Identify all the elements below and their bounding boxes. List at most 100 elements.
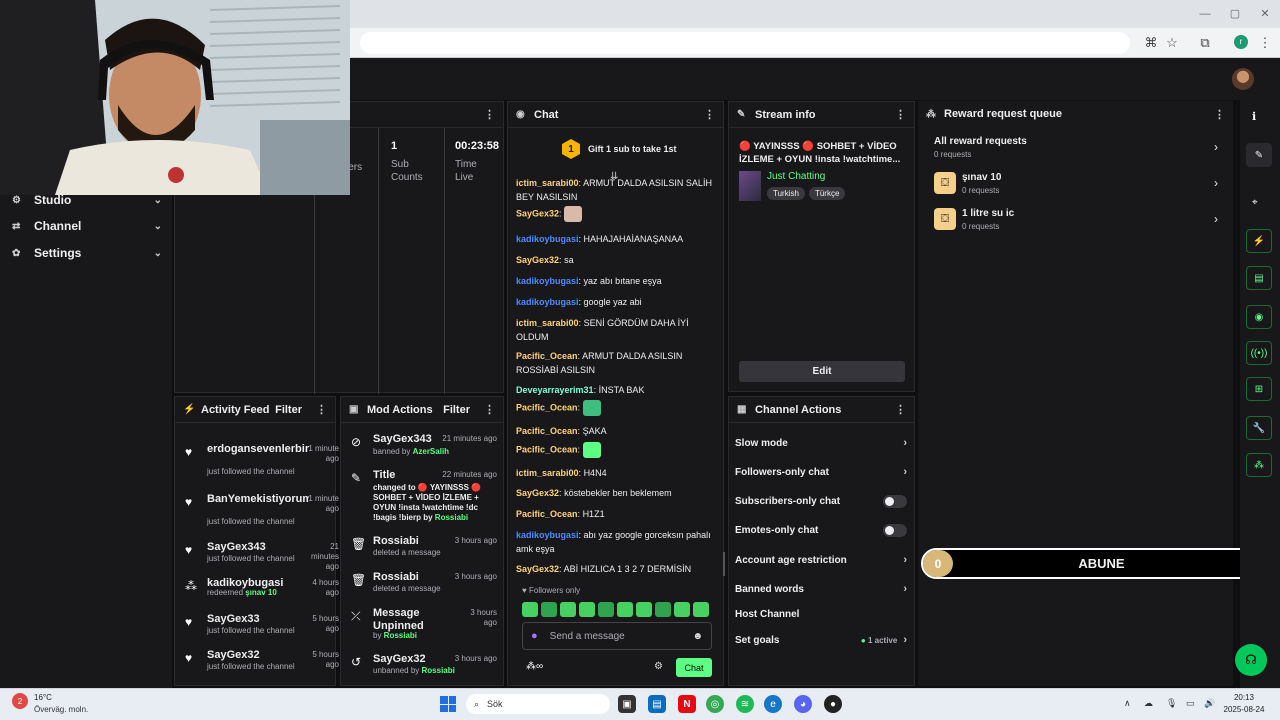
more-options-icon[interactable]: ⋮ [895,108,906,121]
spotify-icon[interactable]: ≋ [736,695,754,713]
obs-icon[interactable]: ● [824,695,842,713]
chat-panel-icon[interactable]: ◉ [1246,305,1272,329]
more-options-icon[interactable]: ⋮ [895,403,906,416]
edit-mode-icon[interactable]: ✎ [1246,143,1272,167]
gift-banner[interactable]: 1 Gift 1 sub to take 1st [562,139,677,159]
microphone-icon[interactable]: ● [531,630,538,642]
network-icon[interactable]: ▭ [1186,698,1195,709]
clock-date[interactable]: 2025-08-24 [1220,705,1268,714]
weather-badge[interactable]: 2 [12,693,28,709]
channel-action-item[interactable]: Account age restriction › [735,550,907,570]
quick-action-icon[interactable]: ⚡ [1246,229,1272,253]
emote-picker-item[interactable] [598,602,614,617]
chat-username[interactable]: kadikoybugasi [516,297,579,307]
sidebar-item-settings[interactable]: ✿ Settings ⌄ [12,242,162,264]
more-options-icon[interactable]: ⋮ [704,108,715,121]
chat-username[interactable]: Pacific_Ocean [516,426,578,436]
chat-username[interactable]: SayGex32 [516,208,559,218]
browser-profile-avatar[interactable]: r [1234,35,1248,49]
moderator-name[interactable]: AzerSalih [413,447,449,456]
reward-item[interactable]: ⛋ şınav 10 0 requests › [934,172,1218,200]
mod-action-target[interactable]: Rossiabi [373,535,419,548]
channel-action-item[interactable]: Emotes-only chat [735,520,907,540]
chrome-icon[interactable]: ◎ [706,695,724,713]
wrench-icon[interactable]: 🔧 [1246,416,1272,440]
emote-picker-item[interactable] [674,602,690,617]
emote-picker-item[interactable] [617,602,633,617]
mod-action-target[interactable]: SayGex343 [373,433,432,446]
channel-action-item[interactable]: Banned words › [735,579,907,599]
all-reward-requests[interactable]: All reward requests 0 requests › [934,136,1218,164]
chat-username[interactable]: SayGex32 [516,564,559,574]
moderator-name[interactable]: Rossiabi [435,513,468,522]
task-view-icon[interactable]: ▣ [618,695,636,713]
more-options-icon[interactable]: ⋮ [1214,108,1225,121]
channel-action-item[interactable]: Host Channel [735,604,907,624]
emote-picker-item[interactable] [693,602,709,617]
chat-username[interactable]: SayGex32 [516,255,559,265]
chat-username[interactable]: Pacific_Ocean [516,402,578,412]
info-icon[interactable]: ℹ [1252,110,1256,123]
chat-scrollbar[interactable] [723,552,725,576]
emote-picker-item[interactable] [541,602,557,617]
capture-icon[interactable]: ⌖ [1252,197,1258,208]
chat-settings-icon[interactable]: ⚙ [654,661,663,672]
chat-username[interactable]: Pacific_Ocean [516,509,578,519]
tag-chip[interactable]: Turkish [767,187,805,200]
emote-picker-item[interactable] [560,602,576,617]
emote-picker-item[interactable] [579,602,595,617]
activity-user[interactable]: BanYemekistiyorum32 [207,493,309,505]
emote-picker-icon[interactable]: ☻ [692,631,703,642]
store-icon[interactable]: ▤ [648,695,666,713]
sidebar-item-channel[interactable]: ⇄ Channel ⌄ [12,215,162,237]
toggle-switch[interactable] [883,523,907,537]
channel-action-item[interactable]: Subscribers-only chat [735,491,907,511]
chat-input[interactable]: ● Send a message ☻ [522,622,712,650]
emote-picker-item[interactable] [655,602,671,617]
maximize-button[interactable]: ▢ [1228,7,1242,21]
user-avatar[interactable] [1232,68,1254,90]
category-link[interactable]: Just Chatting [767,171,825,182]
moderator-name[interactable]: Rossiabi [422,666,455,675]
netflix-icon[interactable]: N [678,695,696,713]
chat-username[interactable]: ictim_sarabi00 [516,318,579,328]
close-window-button[interactable]: ✕ [1258,7,1272,21]
more-options-icon[interactable]: ⋮ [316,403,327,416]
channel-action-item[interactable]: Slow mode › [735,433,907,453]
mod-action-target[interactable]: Message Unpinned [373,607,433,633]
mic-icon[interactable]: 🎙 [1166,698,1177,709]
activity-user[interactable]: erdogansevenlerbirligi [207,443,309,455]
address-bar[interactable] [360,32,1130,54]
chat-username[interactable]: kadikoybugasi [516,276,579,286]
chat-username[interactable]: ictim_sarabi00 [516,468,579,478]
volume-icon[interactable]: 🔊 [1204,698,1215,709]
more-options-icon[interactable]: ⋮ [484,403,495,416]
bookmark-star-icon[interactable]: ☆ [1163,34,1181,52]
channel-points-icon[interactable]: ⁂∞ [526,661,543,672]
weather-text[interactable]: Överväg. moln. [34,705,88,714]
broadcast-icon[interactable]: ((•)) [1246,341,1272,365]
emote-picker-item[interactable] [636,602,652,617]
minimize-button[interactable]: — [1198,7,1212,21]
chat-username[interactable]: Pacific_Ocean [516,351,578,361]
layout-icon[interactable]: ⊞ [1246,377,1272,401]
edge-icon[interactable]: e [764,695,782,713]
activity-user[interactable]: SayGex343 [207,541,266,553]
taskbar-search[interactable]: ⌕ Sök [466,694,610,714]
chat-username[interactable]: ictim_sarabi00 [516,178,579,188]
clock-time[interactable]: 20:13 [1220,693,1268,702]
edit-stream-button[interactable]: Edit [739,361,905,382]
channel-points-icon[interactable]: ⁂ [1246,453,1272,477]
discord-icon[interactable]: ◕ [794,695,812,713]
filter-button[interactable]: Filter [275,404,302,416]
mod-action-target[interactable]: Rossiabi [373,571,419,584]
category-boxart[interactable] [739,171,761,201]
activity-user[interactable]: SayGex32 [207,649,260,661]
tray-chevron-icon[interactable]: ∧ [1124,698,1131,709]
channel-action-item[interactable]: Followers-only chat › [735,462,907,482]
chat-send-button[interactable]: Chat [676,658,712,677]
notes-icon[interactable]: ▤ [1246,266,1272,290]
chat-username[interactable]: Pacific_Ocean [516,444,578,454]
help-headset-icon[interactable]: ☊ [1235,644,1267,676]
emote-picker-item[interactable] [522,602,538,617]
